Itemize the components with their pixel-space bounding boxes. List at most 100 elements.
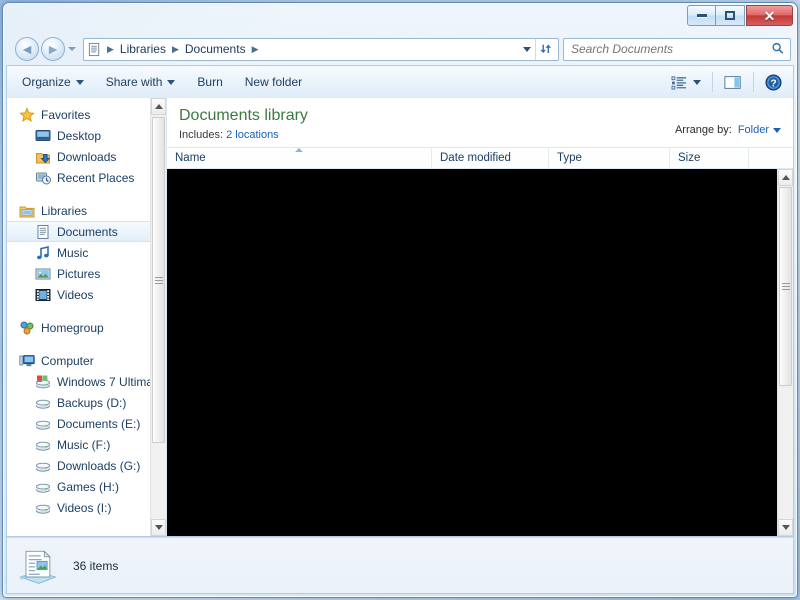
preview-pane-button[interactable] xyxy=(717,70,749,94)
sidebar-scroll-down-button[interactable] xyxy=(151,519,166,536)
sidebar-item-drive-e[interactable]: Documents (E:) xyxy=(7,413,154,434)
sidebar-group-label: Libraries xyxy=(41,203,88,218)
sidebar-item-drive-i[interactable]: Videos (I:) xyxy=(7,497,154,518)
chevron-down-icon xyxy=(693,79,701,85)
file-list-area[interactable] xyxy=(167,169,793,536)
breadcrumb-separator[interactable]: ▶ xyxy=(249,44,262,55)
star-icon xyxy=(19,106,35,122)
music-library-icon xyxy=(37,245,49,259)
column-header-date-modified[interactable]: Date modified xyxy=(432,148,549,168)
sidebar-item-videos[interactable]: Videos xyxy=(7,284,154,305)
library-header: Documents library Includes: 2 locations … xyxy=(167,98,793,147)
change-view-button[interactable] xyxy=(664,70,708,94)
chevron-down-icon xyxy=(75,79,84,85)
downloads-icon xyxy=(36,152,51,163)
sidebar-item-system-drive[interactable]: Windows 7 Ultimate (C:) xyxy=(7,371,154,392)
address-dropdown-button[interactable] xyxy=(519,39,535,60)
maximize-button[interactable] xyxy=(716,5,745,26)
forward-button[interactable]: ► xyxy=(41,37,65,61)
includes-locations-link[interactable]: 2 locations xyxy=(226,129,279,141)
sidebar-item-label: Pictures xyxy=(57,266,101,281)
change-view-icon xyxy=(671,75,687,90)
share-with-button[interactable]: Share with xyxy=(95,70,187,94)
chevron-up-icon xyxy=(781,175,790,180)
sidebar-group-libraries[interactable]: Libraries xyxy=(7,200,154,221)
sidebar-scroll-track[interactable] xyxy=(151,115,166,519)
chevron-up-icon xyxy=(154,104,163,109)
toolbar-divider xyxy=(712,72,713,92)
refresh-button[interactable] xyxy=(535,38,556,60)
column-label: Name xyxy=(175,152,206,164)
new-folder-button[interactable]: New folder xyxy=(234,70,313,94)
help-button[interactable]: ? xyxy=(758,70,789,94)
sidebar-item-label: Downloads (G:) xyxy=(57,458,141,473)
column-header-name[interactable]: Name xyxy=(167,148,432,168)
close-button[interactable]: ✕ xyxy=(746,5,793,26)
column-header-size[interactable]: Size xyxy=(670,148,749,168)
sidebar-item-label: Music xyxy=(57,245,89,260)
column-headers: Name Date modified Type Size xyxy=(167,147,793,169)
file-list-scrollbar[interactable] xyxy=(777,169,793,536)
sidebar-scroll-thumb[interactable] xyxy=(152,117,165,443)
documents-library-icon xyxy=(19,549,57,584)
search-icon[interactable] xyxy=(768,38,790,60)
file-list-canvas[interactable] xyxy=(167,169,793,536)
sidebar-scroll-up-button[interactable] xyxy=(151,98,166,115)
sidebar-group-homegroup[interactable]: Homegroup xyxy=(7,317,154,338)
sidebar-group-favorites[interactable]: Favorites xyxy=(7,104,154,125)
sidebar-item-pictures[interactable]: Pictures xyxy=(7,263,154,284)
breadcrumb-separator[interactable]: ▶ xyxy=(169,44,182,55)
sidebar-item-label: Documents (E:) xyxy=(57,416,141,431)
library-includes: Includes: 2 locations xyxy=(179,129,675,141)
homegroup-icon xyxy=(20,321,34,334)
drive-icon xyxy=(35,399,51,409)
sidebar-group-computer[interactable]: Computer xyxy=(7,350,154,371)
address-bar[interactable]: ▶ Libraries ▶ Documents ▶ xyxy=(83,37,559,61)
window-controls: ✕ xyxy=(687,5,793,26)
system-drive-icon xyxy=(35,375,51,388)
maximize-icon xyxy=(725,11,735,20)
file-list-scroll-down-button[interactable] xyxy=(778,519,793,536)
search-box[interactable] xyxy=(563,37,791,61)
sidebar-item-drive-d[interactable]: Backups (D:) xyxy=(7,392,154,413)
organize-button[interactable]: Organize xyxy=(11,70,95,94)
sidebar-item-recent-places[interactable]: Recent Places xyxy=(7,167,154,188)
search-input[interactable] xyxy=(571,42,772,56)
sidebar-item-drive-g[interactable]: Downloads (G:) xyxy=(7,455,154,476)
sidebar-scrollbar[interactable] xyxy=(150,98,166,536)
arrange-by-dropdown[interactable]: Folder xyxy=(738,124,781,136)
breadcrumb-documents[interactable]: Documents xyxy=(182,41,249,57)
sidebar-item-documents[interactable]: Documents xyxy=(7,221,154,242)
sidebar-item-label: Desktop xyxy=(57,128,102,143)
forward-arrow-icon: ► xyxy=(46,41,60,57)
pictures-library-icon xyxy=(35,268,51,279)
library-title-wrap: Documents library Includes: 2 locations xyxy=(179,106,675,141)
column-header-filler[interactable] xyxy=(749,148,793,168)
sidebar-item-label: Windows 7 Ultimate (C:) xyxy=(57,374,154,389)
sidebar-item-downloads[interactable]: Downloads xyxy=(7,146,154,167)
drive-icon xyxy=(35,504,51,514)
drive-icon xyxy=(35,420,51,430)
burn-button[interactable]: Burn xyxy=(186,70,233,94)
minimize-button[interactable] xyxy=(687,5,716,26)
status-bar: 36 items xyxy=(6,537,794,594)
sidebar-item-label: Documents xyxy=(57,224,118,239)
breadcrumb-separator[interactable]: ▶ xyxy=(104,44,117,55)
file-list-scroll-thumb[interactable] xyxy=(779,187,792,386)
breadcrumb-libraries[interactable]: Libraries xyxy=(117,41,169,57)
sidebar-item-label: Music (F:) xyxy=(57,437,111,452)
sidebar-item-drive-f[interactable]: Music (F:) xyxy=(7,434,154,455)
back-button[interactable]: ◄ xyxy=(15,37,39,61)
arrange-by-label: Arrange by: xyxy=(674,124,732,136)
explorer-window: ✕ ◄ ► ▶ Libraries ▶ Documents ▶ Search D… xyxy=(2,2,798,598)
file-list-scroll-track[interactable] xyxy=(778,186,793,519)
sidebar-group-label: Favorites xyxy=(41,107,91,122)
file-list-scroll-up-button[interactable] xyxy=(778,169,793,186)
sidebar-item-music[interactable]: Music xyxy=(7,242,154,263)
recent-pages-button[interactable] xyxy=(65,37,79,61)
sidebar-item-drive-h[interactable]: Games (H:) xyxy=(7,476,154,497)
column-header-type[interactable]: Type xyxy=(549,148,670,168)
sidebar-item-desktop[interactable]: Desktop xyxy=(7,125,154,146)
chevron-down-icon xyxy=(773,127,781,133)
